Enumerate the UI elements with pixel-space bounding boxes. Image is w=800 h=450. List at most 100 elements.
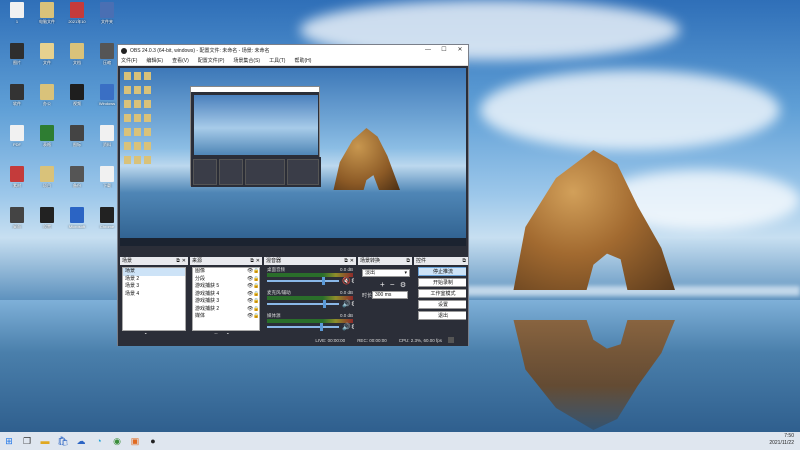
menu-view[interactable]: 查看(V)	[172, 57, 189, 64]
menu-profile[interactable]: 配置文件(P)	[198, 57, 225, 64]
lock-icon: 🔒	[253, 275, 260, 282]
settings-button[interactable]: 设置	[418, 300, 466, 309]
dock-close-icon[interactable]: ✕	[350, 257, 354, 265]
transition-select[interactable]: 淡出 ▾	[362, 269, 410, 277]
preview-canvas[interactable]	[120, 68, 466, 246]
store-icon[interactable]: 🛍	[54, 432, 72, 450]
controls-dock: 控件 ⧉ 停止推流 开始录制 工作室模式 设置 退出	[414, 257, 468, 343]
sources-list: 图像 👁 🔒 分段 👁 🔒 游戏捕获 5 👁 🔒 游戏捕获 4 👁 🔒 游戏捕获 3 👁 🔒 游戏捕…	[192, 267, 260, 331]
transitions-body: 淡出 ▾ + − ⚙ 时长 300 ms	[360, 267, 410, 331]
obs-taskbar-icon[interactable]: ●	[144, 432, 162, 450]
volume-knob[interactable]	[321, 277, 325, 285]
minimize-button[interactable]: —	[420, 45, 436, 56]
volume-knob[interactable]	[323, 300, 326, 308]
desktop-icon-label: 文件	[43, 60, 51, 65]
speaker-icon[interactable]: 🔊	[342, 323, 351, 331]
file-icon	[10, 2, 24, 18]
scene-item[interactable]: 场景 4	[123, 291, 185, 299]
mixer-tracks: 桌面音频 0.0 dB 🔇 ⚙ 麦克风/辅助 0.0 dB 🔊 ⚙ 媒体源 0.…	[266, 267, 354, 331]
gear-icon[interactable]: ⚙	[351, 277, 354, 285]
exit-button[interactable]: 退出	[418, 311, 466, 320]
desktop-icon[interactable]: 表格	[34, 125, 60, 159]
source-item[interactable]: 媒体 👁 🔒	[193, 313, 259, 321]
task-view-icon[interactable]: ❐	[18, 432, 36, 450]
menu-help[interactable]: 帮助(H)	[294, 57, 311, 64]
menu-tools[interactable]: 工具(T)	[269, 57, 285, 64]
close-button[interactable]: ✕	[452, 45, 468, 56]
start-recording-button[interactable]: 开始录制	[418, 278, 466, 287]
obs-window[interactable]: OBS 24.0.3 (64-bit, windows) - 配置文件: 未命名…	[117, 44, 469, 346]
volume-slider[interactable]	[267, 326, 339, 328]
file-icon	[10, 125, 24, 141]
track-db: 0.0 dB	[339, 267, 353, 272]
add-transition-button[interactable]: +	[380, 280, 385, 289]
desktop-icon[interactable]: 文件	[34, 43, 60, 77]
source-item[interactable]: 游戏捕获 5 👁 🔒	[193, 283, 259, 291]
studio-mode-button[interactable]: 工作室模式	[418, 289, 466, 298]
obs-icon	[121, 47, 127, 54]
stop-streaming-button[interactable]: 停止推流	[418, 267, 466, 276]
dock-float-icon[interactable]: ⧉	[462, 257, 466, 265]
dock-close-icon[interactable]: ✕	[182, 257, 186, 265]
transition-settings-gear-icon[interactable]: ⚙	[400, 282, 406, 289]
menu-scene-collection[interactable]: 场景集合(S)	[233, 57, 260, 64]
desktop-icon[interactable]: 文件夹	[94, 2, 120, 36]
volume-knob[interactable]	[319, 323, 323, 331]
dock-float-icon[interactable]: ⧉	[406, 257, 410, 265]
volume-slider[interactable]	[267, 303, 339, 305]
desktop-icon[interactable]: Microsoft	[64, 207, 90, 241]
desktop-icon[interactable]: 备份	[64, 166, 90, 200]
source-item[interactable]: 游戏捕获 4 👁 🔒	[193, 291, 259, 299]
desktop-icon[interactable]: 1	[4, 2, 30, 36]
desktop-icon[interactable]: 图片	[4, 43, 30, 77]
source-item[interactable]: 分段 👁 🔒	[193, 276, 259, 284]
file-explorer-icon[interactable]: ▬	[36, 432, 54, 450]
chrome-icon[interactable]: ◉	[108, 432, 126, 450]
cloud-icon[interactable]: ☁	[72, 432, 90, 450]
scene-item[interactable]: 场景 2	[123, 276, 185, 284]
desktop-icon[interactable]: 项目	[34, 166, 60, 200]
scene-item[interactable]: 场景	[123, 268, 185, 276]
dock-close-icon[interactable]: ✕	[256, 257, 260, 265]
edge-icon[interactable]: ◔	[90, 432, 108, 450]
desktop-icon[interactable]: 2021年10	[64, 2, 90, 36]
duration-label: 时长	[362, 293, 373, 299]
desktop-icon-label: 电脑文件	[39, 19, 55, 24]
speaker-icon[interactable]: 🔊	[342, 300, 351, 308]
dock-float-icon[interactable]: ⧉	[176, 257, 180, 265]
gear-icon[interactable]: ⚙	[351, 300, 354, 308]
source-item[interactable]: 游戏捕获 3 👁 🔒	[193, 298, 259, 306]
desktop-icon[interactable]: 文档	[64, 43, 90, 77]
desktop-icon[interactable]: 设置	[34, 207, 60, 241]
start-icon[interactable]: ⊞	[0, 432, 18, 450]
maximize-button[interactable]: ☐	[436, 45, 452, 56]
titlebar[interactable]: OBS 24.0.3 (64-bit, windows) - 配置文件: 未命名…	[118, 45, 468, 56]
desktop-icon[interactable]: 办公	[34, 84, 60, 118]
desktop-icon[interactable]: 电脑文件	[34, 2, 60, 36]
clock[interactable]: 7:50 2021/11/22	[769, 433, 794, 447]
desktop-icon[interactable]: 视频	[64, 84, 90, 118]
remove-transition-button[interactable]: −	[390, 280, 395, 289]
desktop-icon-label: Microsoft	[68, 224, 86, 229]
desktop-icon[interactable]: 图标	[64, 125, 90, 159]
file-icon	[40, 207, 54, 223]
desktop-icon[interactable]: PDF	[4, 125, 30, 159]
desktop-icon[interactable]: 素材	[4, 166, 30, 200]
dock-float-icon[interactable]: ⧉	[250, 257, 254, 265]
level-meter	[267, 296, 353, 300]
app-icon[interactable]: ▣	[126, 432, 144, 450]
file-icon	[100, 125, 114, 141]
menu-file[interactable]: 文件(F)	[121, 57, 137, 64]
dock-float-icon[interactable]: ⧉	[344, 257, 348, 265]
source-item[interactable]: 游戏捕获 2 👁 🔒	[193, 306, 259, 314]
scene-item[interactable]: 场景 3	[123, 283, 185, 291]
duration-input[interactable]: 300 ms	[372, 291, 408, 299]
source-item[interactable]: 图像 👁 🔒	[193, 268, 259, 276]
desktop-icon[interactable]: 桌面	[4, 207, 30, 241]
muted-speaker-icon[interactable]: 🔇	[342, 277, 351, 285]
gear-icon[interactable]: ⚙	[351, 323, 354, 331]
volume-slider[interactable]	[267, 280, 339, 282]
scene-transitions-dock: 场景转换 ⧉ 淡出 ▾ + − ⚙ 时长 300 ms	[358, 257, 412, 343]
desktop-icon[interactable]: 软件	[4, 84, 30, 118]
menu-edit[interactable]: 编辑(E)	[146, 57, 163, 64]
